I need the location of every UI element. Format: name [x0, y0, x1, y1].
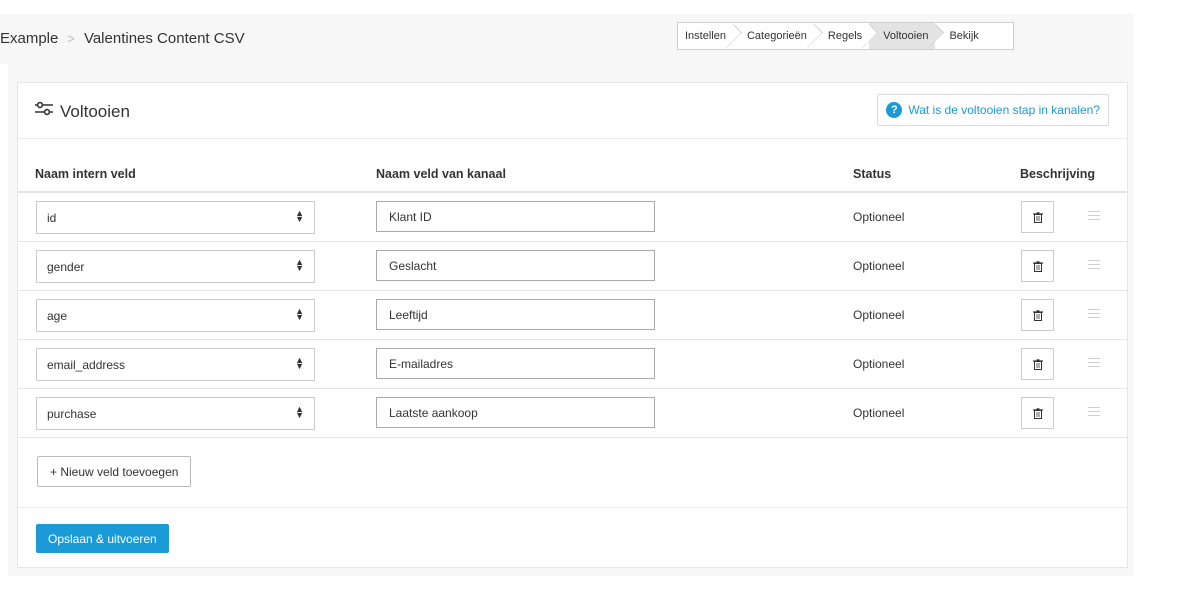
- table-row: id ▲▼ Optioneel: [18, 193, 1127, 242]
- column-header-status: Status: [853, 167, 892, 181]
- column-header-internal: Naam intern veld: [35, 167, 136, 181]
- help-button[interactable]: ? Wat is de voltooien stap in kanalen?: [877, 94, 1109, 126]
- divider: [18, 507, 1127, 508]
- help-button-label: Wat is de voltooien stap in kanalen?: [908, 103, 1100, 117]
- internal-field-select[interactable]: id ▲ ▼: [36, 201, 315, 234]
- channel-field-input[interactable]: [376, 348, 655, 379]
- save-run-button[interactable]: Opslaan & uitvoeren: [36, 524, 169, 553]
- sliders-icon: [34, 101, 54, 122]
- internal-field-select[interactable]: age ▲ ▼: [36, 299, 315, 332]
- drag-handle-icon[interactable]: [1088, 358, 1100, 370]
- drag-handle-icon[interactable]: [1088, 309, 1100, 321]
- column-header-description: Beschrijving: [1020, 167, 1096, 181]
- sort-caret-icon: ▲ ▼: [295, 404, 304, 420]
- trash-icon: [1032, 211, 1043, 223]
- drag-handle-icon[interactable]: [1088, 260, 1100, 272]
- wizard-steps: Instellen Categorieën Regels Voltooien B…: [677, 22, 1014, 50]
- page-title: Voltooien: [34, 101, 130, 122]
- status-text: Optioneel: [853, 308, 905, 322]
- status-text: Optioneel: [853, 406, 905, 420]
- channel-field-input[interactable]: [376, 397, 655, 428]
- wizard-step-categorieen[interactable]: Categorieën: [732, 23, 823, 49]
- status-text: Optioneel: [853, 210, 905, 224]
- header-bar: Example > Valentines Content CSV Instell…: [0, 14, 1134, 64]
- delete-row-button[interactable]: [1021, 250, 1054, 282]
- delete-row-button[interactable]: [1021, 348, 1054, 380]
- breadcrumb-separator-icon: >: [67, 31, 75, 46]
- wizard-step-regels[interactable]: Regels: [813, 23, 879, 49]
- internal-field-select[interactable]: email_address ▲ ▼: [36, 348, 315, 381]
- channel-field-input[interactable]: [376, 201, 655, 232]
- delete-row-button[interactable]: [1021, 397, 1054, 429]
- column-header-channel: Naam veld van kanaal: [376, 167, 506, 181]
- sort-caret-icon: ▲ ▼: [295, 208, 304, 224]
- sort-caret-icon: ▲ ▼: [295, 306, 304, 322]
- breadcrumb-root[interactable]: Example: [0, 30, 58, 47]
- delete-row-button[interactable]: [1021, 201, 1054, 233]
- table-row: purchase ▲▼ Optioneel: [18, 389, 1127, 438]
- add-field-button[interactable]: + Nieuw veld toevoegen: [37, 456, 192, 487]
- status-text: Optioneel: [853, 259, 905, 273]
- trash-icon: [1032, 260, 1043, 272]
- status-text: Optioneel: [853, 357, 905, 371]
- trash-icon: [1032, 309, 1043, 321]
- breadcrumb: Example > Valentines Content CSV: [0, 30, 245, 47]
- drag-handle-icon[interactable]: [1088, 211, 1100, 223]
- breadcrumb-current: Valentines Content CSV: [83, 30, 245, 47]
- table-header: Naam intern veld Naam veld van kanaal St…: [18, 139, 1127, 193]
- channel-field-input[interactable]: [376, 299, 655, 330]
- table-row: email_address ▲▼ Optioneel: [18, 340, 1127, 389]
- voltooien-panel: Voltooien ? Wat is de voltooien stap in …: [17, 82, 1128, 568]
- wizard-step-voltooien[interactable]: Voltooien: [869, 23, 945, 49]
- delete-row-button[interactable]: [1021, 299, 1054, 331]
- question-circle-icon: ?: [886, 102, 903, 118]
- sort-caret-icon: ▲ ▼: [295, 355, 304, 371]
- panel-title-text: Voltooien: [60, 101, 130, 121]
- drag-handle-icon[interactable]: [1088, 407, 1100, 419]
- internal-field-select[interactable]: gender ▲ ▼: [36, 250, 315, 283]
- internal-field-select[interactable]: purchase ▲ ▼: [36, 397, 315, 430]
- trash-icon: [1032, 358, 1043, 370]
- panel-header: Voltooien ? Wat is de voltooien stap in …: [18, 83, 1127, 139]
- trash-icon: [1032, 407, 1043, 419]
- channel-field-input[interactable]: [376, 250, 655, 281]
- wizard-step-instellen[interactable]: Instellen: [678, 23, 743, 49]
- sort-caret-icon: ▲ ▼: [295, 257, 304, 273]
- table-row: age ▲▼ Optioneel: [18, 291, 1127, 340]
- table-row: gender ▲▼ Optioneel: [18, 242, 1127, 291]
- wizard-step-bekijk[interactable]: Bekijk: [935, 23, 986, 49]
